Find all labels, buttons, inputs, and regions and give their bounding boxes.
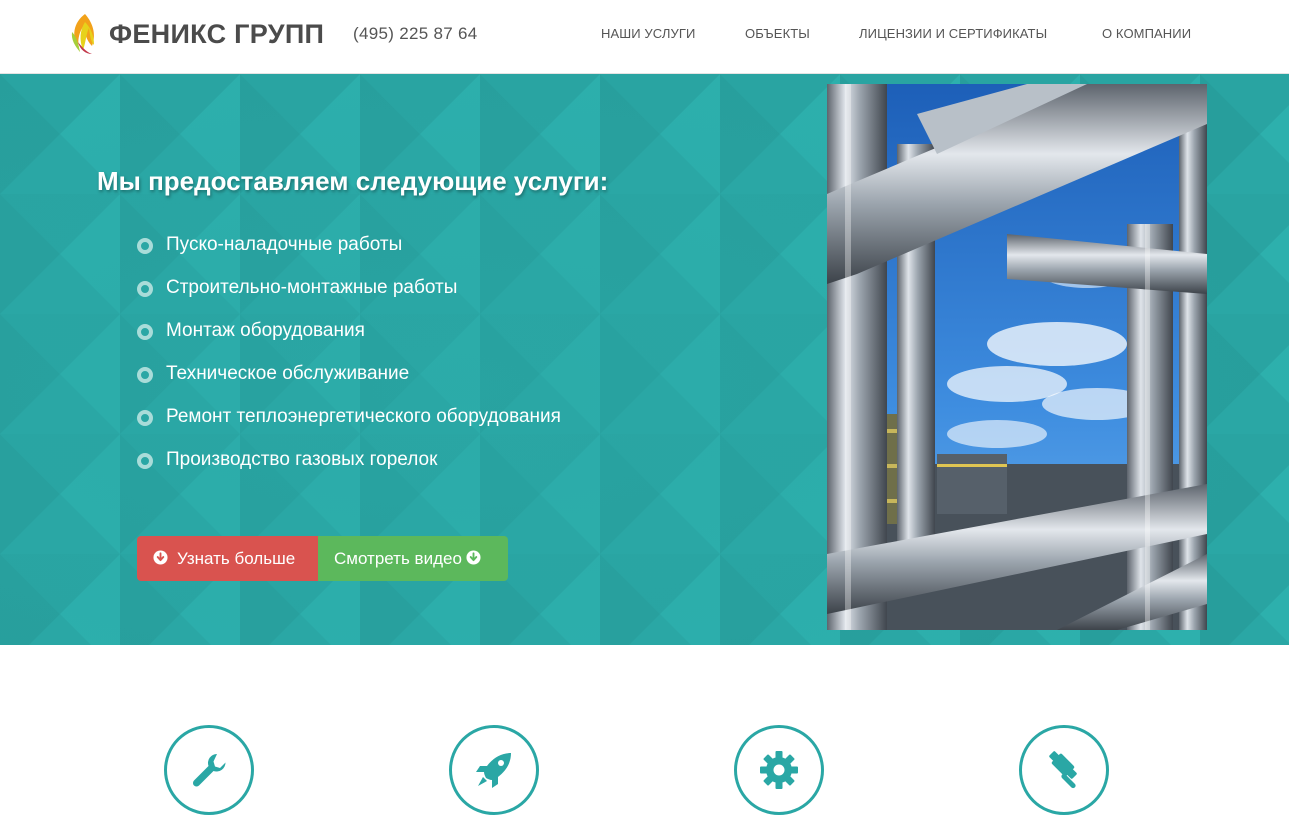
list-item: Ремонт теплоэнергетического оборудования <box>137 406 561 449</box>
nav-item-services[interactable]: НАШИ УСЛУГИ <box>601 26 695 41</box>
feature-gavel[interactable] <box>1019 725 1109 815</box>
learn-more-button[interactable]: Узнать больше <box>137 536 318 581</box>
services-list: Пуско-наладочные работы Строительно-монт… <box>137 234 561 492</box>
site-header: ФЕНИКС ГРУПП (495) 225 87 64 НАШИ УСЛУГИ… <box>0 0 1289 74</box>
list-item: Монтаж оборудования <box>137 320 561 363</box>
nav-item-objects[interactable]: ОБЪЕКТЫ <box>745 26 810 41</box>
industrial-pipes-photo <box>827 84 1207 630</box>
service-label: Строительно-монтажные работы <box>166 277 458 298</box>
service-label: Ремонт теплоэнергетического оборудования <box>166 406 561 427</box>
list-item: Производство газовых горелок <box>137 449 561 492</box>
bullet-icon <box>137 238 153 254</box>
feature-rocket[interactable] <box>449 725 539 815</box>
watch-video-label: Смотреть видео <box>334 549 462 568</box>
watch-video-button[interactable]: Смотреть видео <box>318 536 508 581</box>
bullet-icon <box>137 367 153 383</box>
service-label: Монтаж оборудования <box>166 320 365 341</box>
wrench-icon <box>192 754 226 787</box>
list-item: Пуско-наладочные работы <box>137 234 561 277</box>
feature-wrench[interactable] <box>164 725 254 815</box>
list-item: Строительно-монтажные работы <box>137 277 561 320</box>
arrow-circle-down-icon <box>466 550 481 565</box>
feature-gear[interactable] <box>734 725 824 815</box>
hero-title: Мы предоставляем следующие услуги: <box>97 166 609 196</box>
nav-item-licenses[interactable]: ЛИЦЕНЗИИ И СЕРТИФИКАТЫ <box>859 26 1047 41</box>
learn-more-label: Узнать больше <box>177 549 296 568</box>
bullet-icon <box>137 281 153 297</box>
service-label: Производство газовых горелок <box>166 449 438 470</box>
hero-section: Мы предоставляем следующие услуги: Пуско… <box>0 74 1289 645</box>
bullet-icon <box>137 324 153 340</box>
service-label: Техническое обслуживание <box>166 363 410 384</box>
list-item: Техническое обслуживание <box>137 363 561 406</box>
service-label: Пуско-наладочные работы <box>166 234 403 255</box>
gavel-icon <box>1049 751 1077 789</box>
nav-item-about[interactable]: О КОМПАНИИ <box>1102 26 1191 41</box>
gear-icon <box>760 751 798 789</box>
main-nav: НАШИ УСЛУГИ ОБЪЕКТЫ ЛИЦЕНЗИИ И СЕРТИФИКА… <box>0 26 1289 46</box>
bullet-icon <box>137 453 153 469</box>
arrow-circle-down-icon <box>153 550 168 565</box>
bullet-icon <box>137 410 153 426</box>
rocket-icon <box>476 753 511 788</box>
